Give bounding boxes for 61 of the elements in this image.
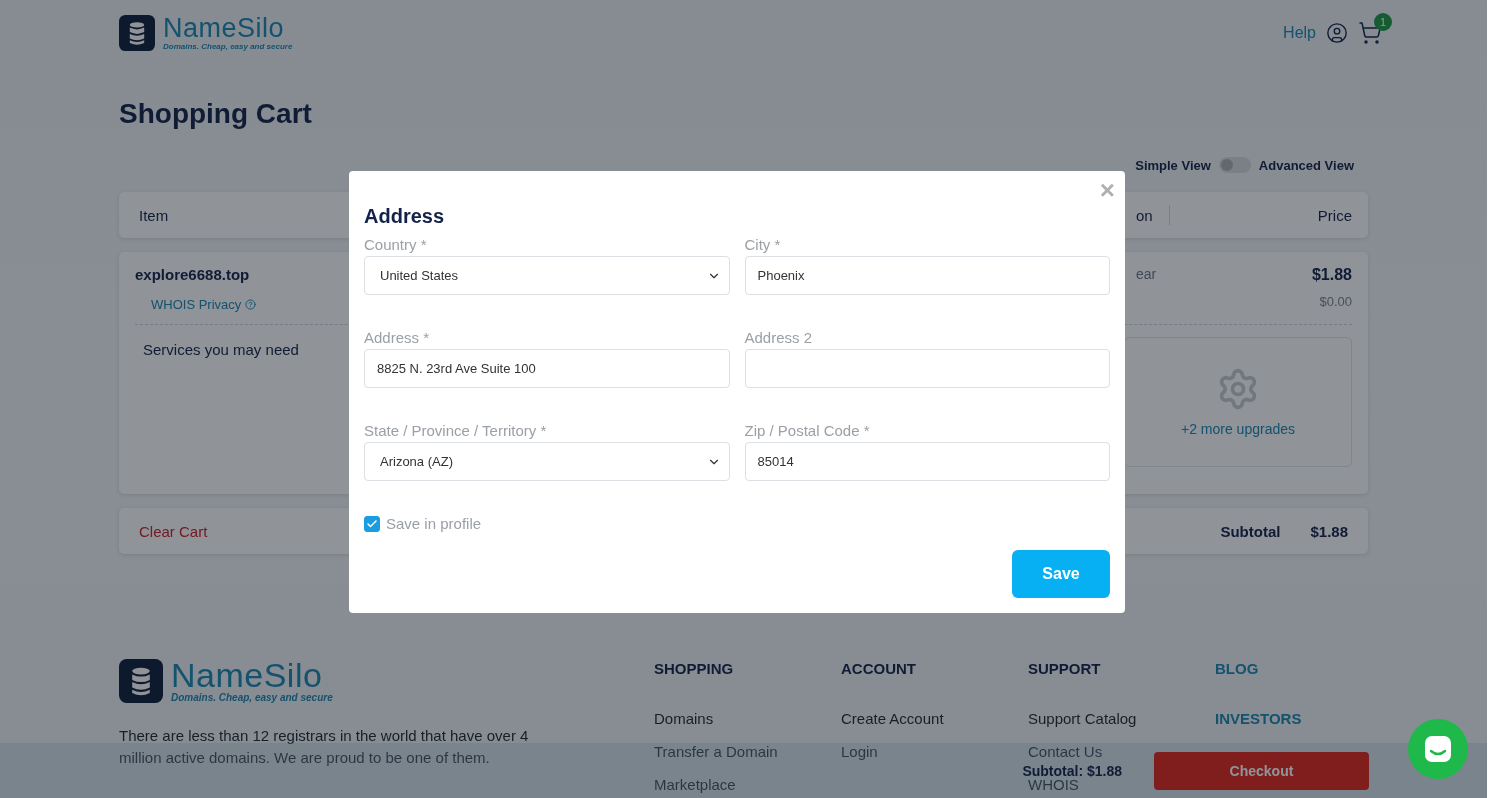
input-field[interactable]: 8825 N. 23rd Ave Suite 100 [364, 349, 730, 388]
close-button[interactable]: × [1099, 175, 1115, 206]
toggle-label: Advanced View [1258, 157, 1354, 173]
subtotal-label: Subtotal [1220, 522, 1281, 540]
checkbox-label: Save in profile [386, 515, 482, 532]
domain-name: explore6688.top [135, 266, 250, 283]
field-label: Zip / Postal Code * [744, 422, 871, 439]
checkbox[interactable] [364, 515, 380, 532]
addon-price: $0.00 [1319, 294, 1352, 309]
footer-link[interactable]: Transfer a Domain [654, 743, 841, 760]
footer-link[interactable]: BLOG [1215, 660, 1402, 677]
item-price: $1.88 [1311, 266, 1352, 284]
logo-tagline: Domains. Cheap, easy and secure [163, 42, 293, 51]
cart-icon[interactable] [1358, 21, 1382, 45]
footer-heading: SHOPPING [654, 660, 735, 677]
cart-count-badge: 1 [1374, 13, 1392, 31]
column-header: Price [1317, 206, 1352, 224]
field-label: Address * [364, 329, 431, 346]
field-label: State / Province / Territory * [364, 422, 548, 439]
user-icon[interactable] [1326, 22, 1348, 44]
services-heading: Services you may need [143, 341, 299, 360]
field-label: City * [744, 236, 782, 253]
checkout-button[interactable]: Checkout [1154, 751, 1369, 790]
check-icon [366, 517, 378, 530]
footer-link[interactable]: Marketplace [654, 776, 841, 793]
subtotal-value: $1.88 [1310, 522, 1348, 540]
footer-link[interactable]: Support Catalog [1028, 710, 1215, 727]
footer-link[interactable]: Create Account [841, 710, 1028, 727]
more-upgrades-link[interactable]: +2 more upgrades [1181, 421, 1295, 437]
footer-heading: ACCOUNT [841, 660, 917, 677]
duration-text: ear [1136, 266, 1157, 282]
dialog-title: Address [364, 205, 446, 228]
footer-link[interactable]: INVESTORS [1215, 710, 1402, 727]
field-label: Country * [364, 236, 428, 253]
logo-icon [119, 658, 163, 703]
toggle-label: Simple View [1135, 157, 1211, 173]
subtotal-text: Subtotal: $1.88 [1022, 762, 1122, 779]
logo-name: NameSilo [163, 15, 286, 42]
input-field[interactable] [744, 349, 1110, 388]
save-button[interactable]: Save [1012, 550, 1110, 598]
whois-privacy-link[interactable]: WHOIS Privacy [151, 297, 257, 312]
field-label: Address 2 [744, 329, 814, 346]
footer-link[interactable]: Domains [654, 710, 841, 727]
column-header: Item [139, 206, 169, 224]
chat-icon [1423, 734, 1453, 764]
select-field[interactable]: United States [364, 256, 730, 295]
footer-heading: SUPPORT [1028, 660, 1102, 677]
clear-cart-link[interactable]: Clear Cart [139, 522, 208, 540]
page-title: Shopping Cart [119, 98, 313, 130]
logo-tagline: Domains. Cheap, easy and secure [171, 692, 333, 703]
footer-link[interactable]: Login [841, 743, 1028, 760]
help-link[interactable]: Help [1283, 24, 1316, 42]
input-field[interactable]: 85014 [744, 442, 1110, 481]
logo-icon [119, 15, 155, 51]
footer-text: There are less than 12 registrars in the world that have over 4 million active domains. We are proud to be one of them. [119, 726, 530, 768]
help-icon [245, 299, 257, 310]
column-header: on [1136, 206, 1153, 224]
input-field[interactable]: Phoenix [744, 256, 1110, 295]
select-field[interactable]: Arizona (AZ) [364, 442, 730, 481]
logo-name: NameSilo [171, 658, 324, 692]
view-switch[interactable] [1218, 157, 1251, 173]
